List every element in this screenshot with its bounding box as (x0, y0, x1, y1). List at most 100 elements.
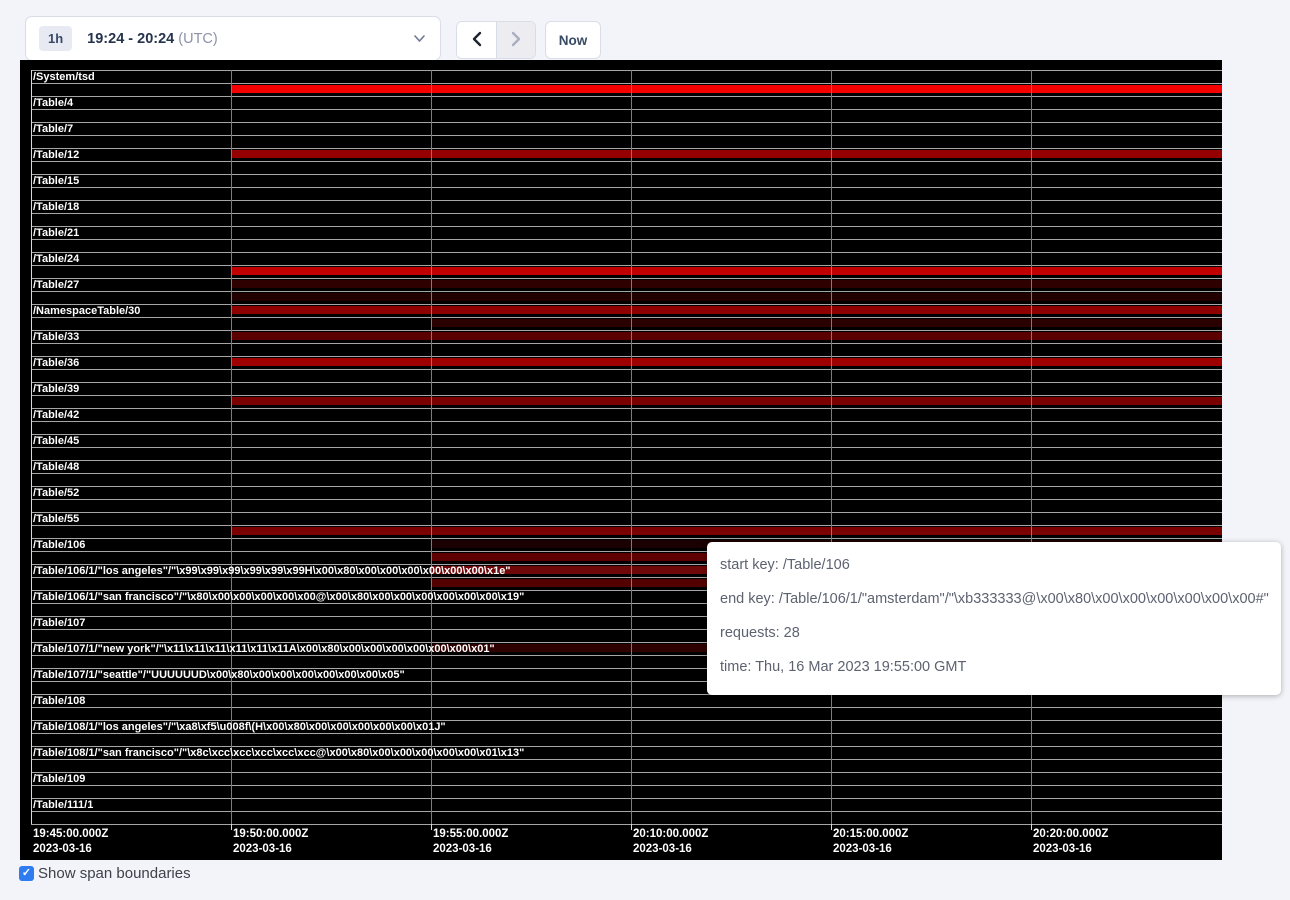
time-nav-group (456, 21, 536, 59)
grid-line-h (31, 356, 1222, 357)
tooltip-time: time: Thu, 16 Mar 2023 19:55:00 GMT (720, 650, 1281, 684)
row-label: /Table/106 (33, 539, 85, 552)
tooltip-requests: requests: 28 (720, 616, 1281, 650)
grid-line-v (431, 70, 432, 824)
row-label: /NamespaceTable/30 (33, 305, 140, 318)
grid-line-h (31, 239, 1222, 240)
grid-line-h (31, 330, 1222, 331)
row-label: /Table/27 (33, 279, 79, 292)
x-axis-label: 20:20:00.000Z2023-03-16 (1033, 827, 1108, 856)
show-span-boundaries-label: Show span boundaries (38, 865, 191, 882)
heat-band[interactable] (231, 293, 1222, 301)
grid-line-h (31, 499, 1222, 500)
now-button[interactable]: Now (545, 21, 601, 59)
x-axis-label: 20:10:00.000Z2023-03-16 (633, 827, 708, 856)
grid-line-h (31, 473, 1222, 474)
row-label: /Table/55 (33, 513, 79, 526)
grid-line-h (31, 811, 1222, 812)
heat-band[interactable] (231, 332, 1222, 340)
grid-line-h (31, 96, 1222, 97)
grid-line-h (31, 252, 1222, 253)
heat-band[interactable] (231, 85, 1222, 93)
row-label: /Table/107/1/"new york"/"\x11\x11\x11\x1… (33, 643, 495, 656)
row-label: /Table/108/1/"los angeles"/"\xa8\xf5\u00… (33, 721, 446, 734)
grid-line-h (31, 83, 1222, 84)
row-label: /Table/7 (33, 123, 73, 136)
x-axis-tick (831, 824, 832, 830)
row-label: /Table/42 (33, 409, 79, 422)
grid-line-v (1031, 70, 1032, 824)
show-span-boundaries-checkbox[interactable]: ✓ (19, 866, 34, 881)
grid-line-h (31, 135, 1222, 136)
row-label: /Table/108/1/"san francisco"/"\x8c\xcc\x… (33, 747, 524, 760)
heat-band[interactable] (231, 306, 1222, 314)
heat-band[interactable] (231, 527, 1222, 535)
grid-line-h (31, 525, 1222, 526)
grid-line-h (31, 382, 1222, 383)
grid-line-h (31, 486, 1222, 487)
row-label: /Table/111/1 (33, 799, 93, 812)
heat-band[interactable] (431, 319, 1222, 327)
duration-badge: 1h (39, 26, 72, 51)
heat-band[interactable] (231, 150, 1222, 158)
chevron-right-icon (510, 31, 522, 50)
grid-line-h (31, 213, 1222, 214)
row-label: /Table/45 (33, 435, 79, 448)
grid-line-h (31, 421, 1222, 422)
x-axis-date: 2023-03-16 (233, 842, 308, 857)
x-axis-label: 20:15:00.000Z2023-03-16 (833, 827, 908, 856)
grid-line-h (31, 707, 1222, 708)
x-axis-time: 20:20:00.000Z (1033, 827, 1108, 842)
grid-line-h (31, 109, 1222, 110)
heat-band[interactable] (231, 397, 1222, 405)
row-label: /Table/39 (33, 383, 79, 396)
x-axis-date: 2023-03-16 (833, 842, 908, 857)
prev-button[interactable] (457, 22, 496, 58)
key-visualizer-canvas[interactable]: /System/tsd/Table/4/Table/7/Table/12/Tab… (20, 60, 1222, 860)
chevron-down-icon (413, 34, 426, 43)
check-icon: ✓ (22, 868, 31, 879)
heat-band[interactable] (231, 280, 1222, 288)
grid-line-h (31, 798, 1222, 799)
tooltip-start-key: start key: /Table/106 (720, 548, 1281, 582)
x-axis-tick (431, 824, 432, 830)
row-label: /Table/18 (33, 201, 79, 214)
row-label: /Table/15 (33, 175, 79, 188)
next-button[interactable] (496, 22, 535, 58)
chevron-left-icon (471, 31, 483, 50)
grid-line-h (31, 148, 1222, 149)
grid-line-h (31, 512, 1222, 513)
heat-band[interactable] (231, 267, 1222, 275)
grid-line-h (31, 122, 1222, 123)
row-label: /Table/52 (33, 487, 79, 500)
x-axis-label: 19:45:00.000Z2023-03-16 (33, 827, 108, 856)
x-axis-time: 19:45:00.000Z (33, 827, 108, 842)
row-label: /Table/106/1/"los angeles"/"\x99\x99\x99… (33, 565, 511, 578)
x-axis-time: 19:50:00.000Z (233, 827, 308, 842)
x-axis-date: 2023-03-16 (33, 842, 108, 857)
grid-line-h (31, 265, 1222, 266)
tooltip-end-key: end key: /Table/106/1/"amsterdam"/"\xb33… (720, 582, 1281, 616)
row-label: /System/tsd (33, 71, 95, 84)
time-range-selector[interactable]: 1h 19:24 - 20:24 (UTC) (25, 16, 441, 61)
x-axis-tick (231, 824, 232, 830)
grid-line-h (31, 304, 1222, 305)
canvas-left-edge (31, 70, 32, 824)
x-axis-date: 2023-03-16 (433, 842, 508, 857)
grid-line-h (31, 460, 1222, 461)
row-label: /Table/48 (33, 461, 79, 474)
x-axis-time: 19:55:00.000Z (433, 827, 508, 842)
x-axis-date: 2023-03-16 (633, 842, 708, 857)
row-label: /Table/24 (33, 253, 79, 266)
grid-line-h (31, 278, 1222, 279)
grid-line-h (31, 226, 1222, 227)
grid-line-h (31, 200, 1222, 201)
grid-line-h (31, 343, 1222, 344)
grid-line-h (31, 291, 1222, 292)
grid-line-h (31, 824, 1222, 825)
grid-line-h (31, 317, 1222, 318)
row-label: /Table/106/1/"san francisco"/"\x80\x00\x… (33, 591, 524, 604)
row-label: /Table/36 (33, 357, 79, 370)
grid-line-h (31, 161, 1222, 162)
heat-band[interactable] (231, 358, 1222, 366)
